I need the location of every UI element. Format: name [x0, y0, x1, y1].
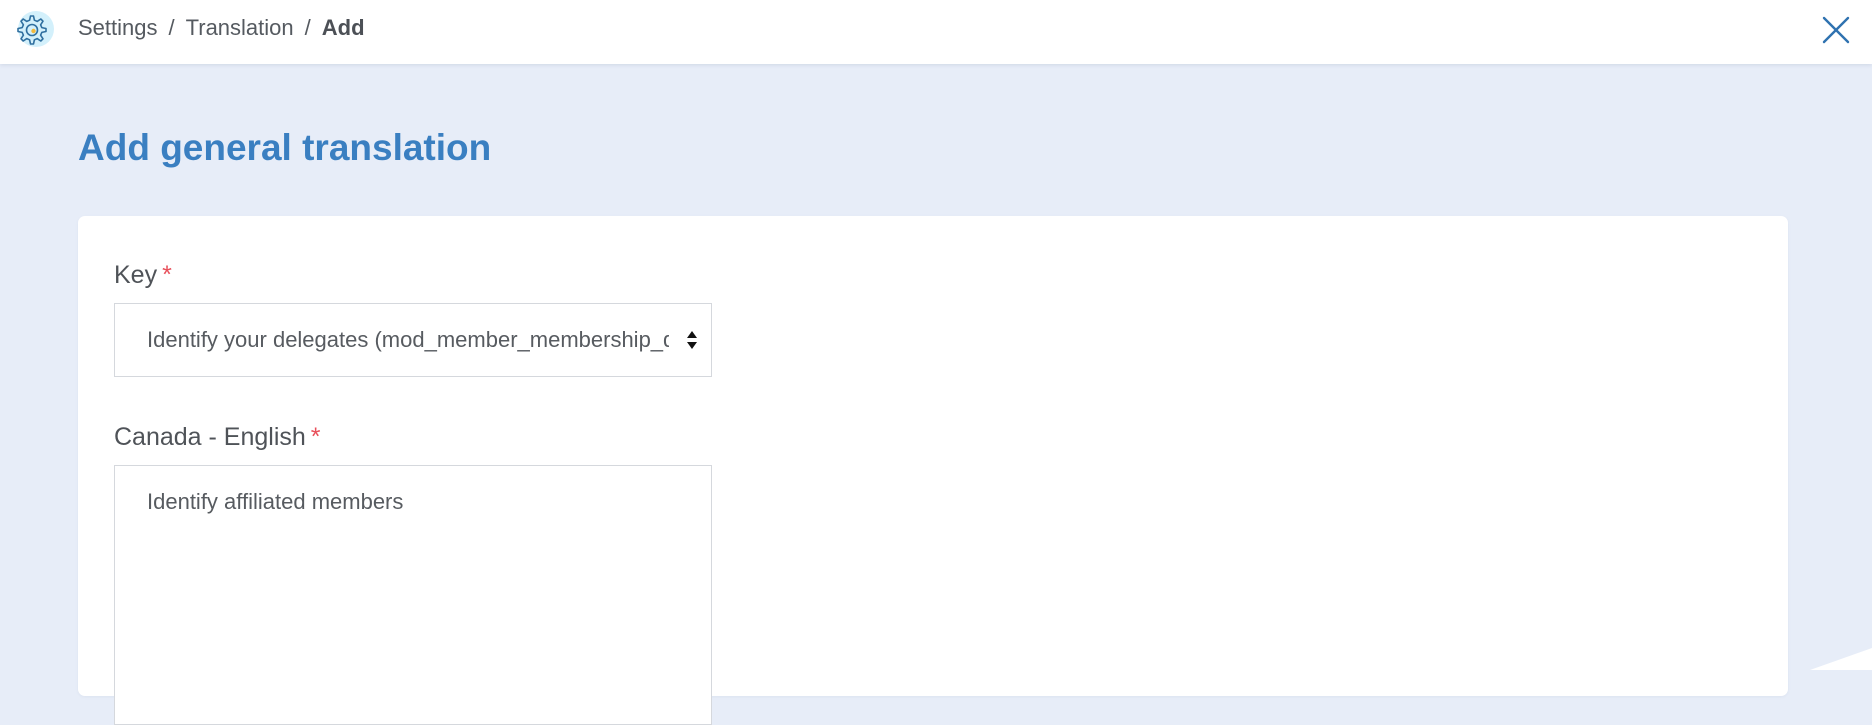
key-select[interactable]: Identify your delegates (mod_member_memb… [114, 303, 712, 377]
canada-english-label-text: Canada - English [114, 423, 306, 451]
gear-icon[interactable] [6, 4, 58, 56]
breadcrumb-separator: / [169, 15, 175, 40]
close-icon[interactable] [1814, 8, 1856, 50]
breadcrumb-separator: / [305, 15, 311, 40]
breadcrumb-settings[interactable]: Settings [78, 15, 158, 40]
top-bar: Settings / Translation / Add [0, 0, 1872, 64]
key-label: Key* [114, 259, 172, 291]
form-card: Key* Identify your delegates (mod_member… [78, 216, 1788, 696]
key-select-value: Identify your delegates (mod_member_memb… [147, 326, 669, 354]
breadcrumb: Settings / Translation / Add [78, 14, 365, 42]
select-arrows-icon [685, 328, 699, 352]
page-title: Add general translation [78, 124, 491, 172]
canada-english-label: Canada - English* [114, 421, 321, 453]
corner-decoration [1802, 646, 1872, 670]
canada-english-textarea-value: Identify affiliated members [147, 488, 403, 516]
required-marker: * [162, 261, 172, 289]
canada-english-textarea[interactable]: Identify affiliated members [114, 465, 712, 725]
breadcrumb-translation[interactable]: Translation [186, 15, 294, 40]
required-marker: * [311, 423, 321, 451]
key-label-text: Key [114, 261, 157, 289]
breadcrumb-add: Add [322, 15, 365, 40]
